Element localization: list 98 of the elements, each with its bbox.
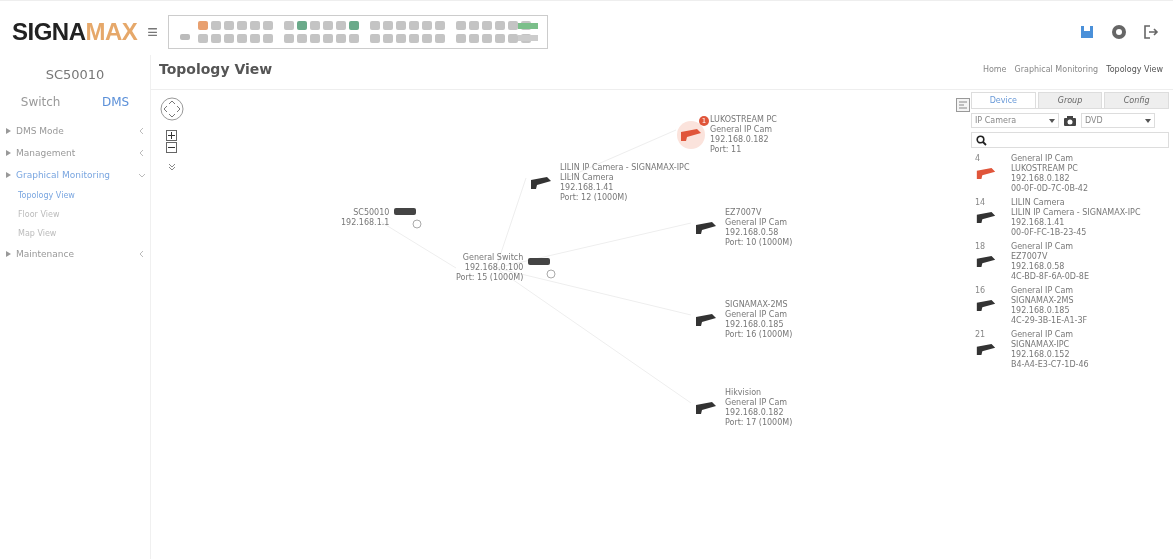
node-label: 192.168.0.100 <box>463 263 524 273</box>
device-detail: 4C-BD-8F-6A-0D-8E <box>1011 272 1089 282</box>
device-detail: 192.168.0.58 <box>1011 262 1066 272</box>
chevron-icon <box>138 171 146 179</box>
dropdown-icon <box>1049 118 1055 123</box>
zoom-in-icon[interactable] <box>166 130 177 141</box>
sidebar-item[interactable]: Management <box>0 142 150 164</box>
sidebar-tab[interactable]: DMS <box>96 94 136 110</box>
sidebar-item[interactable]: Maintenance <box>0 243 150 265</box>
device-detail: LILIN IP Camera - SIGNAMAX-IPC <box>1011 208 1141 218</box>
node-label: Port: 12 (1000M) <box>560 193 629 203</box>
sidebar-item[interactable]: Graphical Monitoring <box>0 164 150 186</box>
breadcrumb-link[interactable]: Topology View <box>1106 64 1163 74</box>
device-detail: B4-A4-E3-C7-1D-46 <box>1011 360 1089 370</box>
device-type-select[interactable]: IP Camera <box>971 113 1059 128</box>
node-label: Port: 11 <box>710 145 743 155</box>
pan-control-icon[interactable] <box>159 96 185 122</box>
node-label: Hikvision <box>725 388 763 398</box>
search-field[interactable] <box>971 132 1169 148</box>
menu-button[interactable]: ≡ <box>145 21 160 43</box>
bullet-icon <box>6 128 11 134</box>
node-label: LILIN Camera <box>560 173 615 183</box>
camera-icon[interactable] <box>975 299 997 312</box>
device-detail: LUKOSTREAM PC <box>1011 164 1079 174</box>
breadcrumb-link[interactable]: Home <box>982 64 1007 74</box>
node-label: General IP Cam <box>725 398 789 408</box>
device-detail: 192.168.1.41 <box>1011 218 1066 228</box>
node-label: General Switch <box>461 253 524 263</box>
sidebar-subitem[interactable]: Topology View <box>0 186 150 205</box>
bullet-icon <box>6 251 11 257</box>
node-label: 192.168.1.41 <box>560 183 615 193</box>
search-icon <box>976 134 987 146</box>
port-number: 16 <box>975 286 987 295</box>
node-label: SC50010 <box>352 208 390 218</box>
node-label: EZ7007V <box>725 208 763 218</box>
panel-toggle-icon[interactable] <box>956 98 970 112</box>
node-label: Port: 15 (1000M) <box>456 273 524 283</box>
camera-icon[interactable] <box>975 343 997 356</box>
node-label: Port: 17 (1000M) <box>725 418 793 428</box>
port-number: 18 <box>975 242 987 251</box>
node-label: 192.168.0.182 <box>710 135 770 145</box>
node-label: Port: 10 (1000M) <box>725 238 793 248</box>
zoom-out-icon[interactable] <box>166 142 177 153</box>
logo: SIGNAMAX <box>12 18 138 46</box>
node-label: LUKOSTREAM PC <box>710 115 777 125</box>
double-chevron-icon[interactable] <box>167 162 177 172</box>
port-number: 21 <box>975 330 987 339</box>
breadcrumb-link[interactable]: Graphical Monitoring <box>1014 64 1099 74</box>
node-label: Port: 16 (1000M) <box>725 330 793 340</box>
device-detail: General IP Cam <box>1011 286 1075 296</box>
device-detail: 00-0F-FC-1B-23-45 <box>1011 228 1088 238</box>
camera-icon[interactable] <box>975 211 997 224</box>
camera-icon[interactable] <box>1063 114 1077 127</box>
filter-select[interactable]: DVD <box>1081 113 1155 128</box>
device-detail: EZ7007V <box>1011 252 1049 262</box>
node-label: 192.168.1.1 <box>341 218 390 228</box>
sidebar-subitem[interactable]: Floor View <box>0 205 150 224</box>
device-detail: SIGNAMAX-IPC <box>1011 340 1071 350</box>
device-detail: General IP Cam <box>1011 154 1075 164</box>
switch-icon[interactable] <box>393 207 424 229</box>
node-label: General IP Cam <box>710 125 774 135</box>
camera-icon[interactable] <box>975 255 997 268</box>
device-detail: General IP Cam <box>1011 242 1075 252</box>
bullet-icon <box>6 150 11 156</box>
dropdown-icon <box>1145 118 1151 123</box>
panel-tab[interactable]: Config <box>1104 92 1169 108</box>
sidebar-item[interactable]: DMS Mode <box>0 120 150 142</box>
chevron-icon <box>138 149 146 157</box>
panel-tab[interactable]: Device <box>971 92 1036 108</box>
sidebar-subitem[interactable]: Map View <box>0 224 150 243</box>
save-icon[interactable] <box>1079 24 1095 40</box>
page-title: Topology View <box>159 61 273 77</box>
device-detail: SIGNAMAX-2MS <box>1011 296 1075 306</box>
node-label: 192.168.0.182 <box>725 408 785 418</box>
help-icon[interactable] <box>1111 24 1127 40</box>
switch-icon[interactable] <box>527 257 558 279</box>
panel-tab[interactable]: Group <box>1037 92 1103 108</box>
node-label: LILIN IP Camera - SIGNAMAX-IPC <box>560 163 690 173</box>
device-detail: 00-0F-0D-7C-0B-42 <box>1011 184 1088 194</box>
device-detail: 192.168.0.185 <box>1011 306 1071 316</box>
device-detail: LILIN Camera <box>1011 198 1066 208</box>
node-label: 192.168.0.185 <box>725 320 785 330</box>
device-detail: 192.168.0.152 <box>1011 350 1071 360</box>
chevron-icon <box>138 127 146 135</box>
bullet-icon <box>6 172 11 178</box>
device-detail: 4C-29-3B-1E-A1-3F <box>1011 316 1088 326</box>
node-label: 192.168.0.58 <box>725 228 780 238</box>
chevron-icon <box>138 250 146 258</box>
logout-icon[interactable] <box>1143 24 1159 40</box>
device-detail: General IP Cam <box>1011 330 1075 340</box>
node-label: General IP Cam <box>725 310 789 320</box>
device-name: SC50010 <box>44 66 106 84</box>
port-number: 14 <box>975 198 987 207</box>
device-detail: 192.168.0.182 <box>1011 174 1071 184</box>
node-label: SIGNAMAX-2MS <box>725 300 789 310</box>
port-number: 4 <box>975 154 982 163</box>
sidebar-tab[interactable]: Switch <box>14 94 67 110</box>
node-label: General IP Cam <box>725 218 789 228</box>
